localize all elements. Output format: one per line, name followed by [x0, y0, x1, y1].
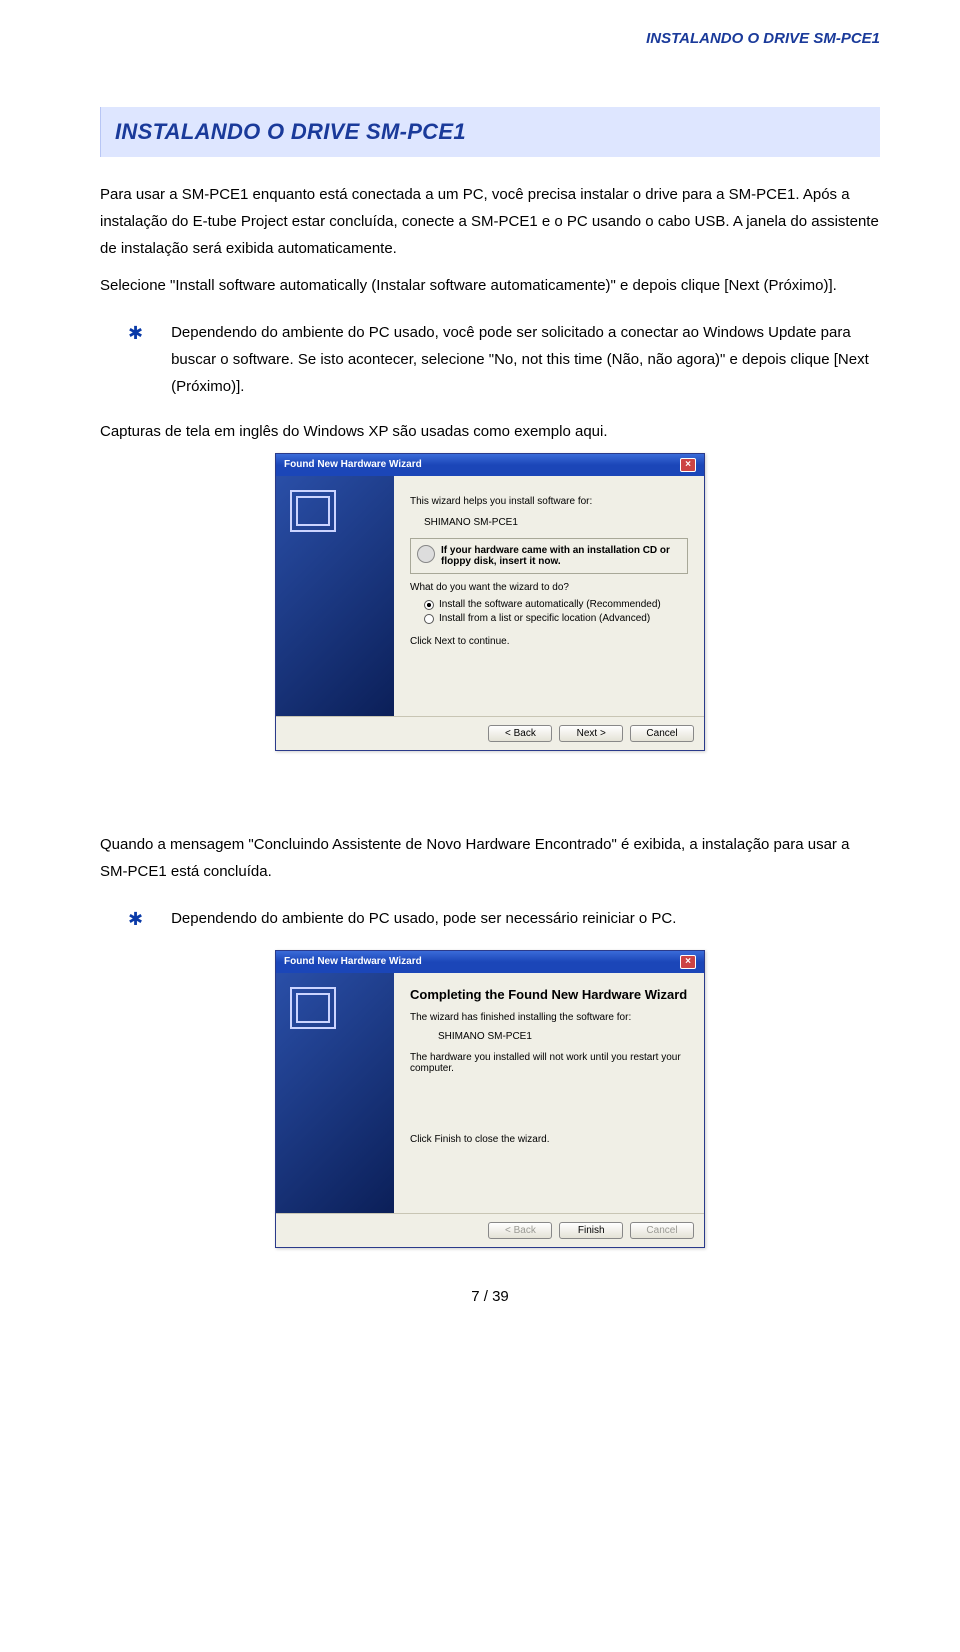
- wizard-title: Found New Hardware Wizard: [284, 951, 422, 973]
- cancel-button: Cancel: [630, 1222, 694, 1239]
- intro-text: Para usar a SM-PCE1 enquanto está conect…: [100, 186, 879, 257]
- wizard-continue-hint: Click Next to continue.: [410, 636, 688, 647]
- close-icon[interactable]: ×: [680, 955, 696, 969]
- wizard-sidebar: [276, 973, 394, 1213]
- caption-1: Capturas de tela em inglês do Windows XP…: [100, 418, 880, 445]
- hardware-icon: [290, 987, 336, 1029]
- intro-paragraph: Para usar a SM-PCE1 enquanto está conect…: [100, 181, 880, 262]
- wizard-device-name: SHIMANO SM-PCE1: [438, 1031, 688, 1042]
- wizard-content: Completing the Found New Hardware Wizard…: [394, 973, 704, 1213]
- figure-1: Found New Hardware Wizard × This wizard …: [100, 453, 880, 751]
- running-header: INSTALANDO O DRIVE SM-PCE1: [100, 30, 880, 47]
- wizard-content: This wizard helps you install software f…: [394, 476, 704, 716]
- hardware-icon: [290, 490, 336, 532]
- document-page: INSTALANDO O DRIVE SM-PCE1 INSTALANDO O …: [0, 0, 960, 1345]
- cd-hint-text: If your hardware came with an installati…: [441, 545, 670, 567]
- wizard-question: What do you want the wizard to do?: [410, 582, 688, 593]
- section-title-text: INSTALANDO O DRIVE SM-PCE1: [115, 119, 466, 144]
- radio-auto-label: Install the software automatically (Reco…: [439, 599, 661, 610]
- note-1: ✱ Dependendo do ambiente do PC usado, vo…: [128, 319, 880, 400]
- back-button[interactable]: < Back: [488, 725, 552, 742]
- wizard-heading: Completing the Found New Hardware Wizard: [410, 987, 688, 1002]
- intro-tail: Selecione "Install software automaticall…: [100, 272, 880, 299]
- note-1-text: Dependendo do ambiente do PC usado, você…: [171, 319, 880, 400]
- page-number: 7 / 39: [100, 1288, 880, 1305]
- wizard-dialog-2: Found New Hardware Wizard × Completing t…: [275, 950, 705, 1248]
- wizard-titlebar: Found New Hardware Wizard ×: [276, 951, 704, 973]
- next-button[interactable]: Next >: [559, 725, 623, 742]
- wizard-title: Found New Hardware Wizard: [284, 454, 422, 476]
- wizard-titlebar: Found New Hardware Wizard ×: [276, 454, 704, 476]
- wizard-close-hint: Click Finish to close the wizard.: [410, 1134, 688, 1145]
- radio-list-label: Install from a list or specific location…: [439, 613, 650, 624]
- radio-dot-icon: [424, 600, 434, 610]
- asterisk-icon: ✱: [128, 905, 143, 934]
- radio-install-list[interactable]: Install from a list or specific location…: [424, 613, 688, 624]
- finish-button[interactable]: Finish: [559, 1222, 623, 1239]
- asterisk-icon: ✱: [128, 319, 143, 400]
- wizard-footer: < Back Finish Cancel: [276, 1213, 704, 1247]
- wizard-footer: < Back Next > Cancel: [276, 716, 704, 750]
- wizard-sidebar: [276, 476, 394, 716]
- wizard-restart-warning: The hardware you installed will not work…: [410, 1052, 688, 1074]
- radio-install-auto[interactable]: Install the software automatically (Reco…: [424, 599, 688, 610]
- figure-2: Found New Hardware Wizard × Completing t…: [100, 950, 880, 1248]
- wizard-help-line: This wizard helps you install software f…: [410, 496, 688, 507]
- section-title-box: INSTALANDO O DRIVE SM-PCE1: [100, 107, 880, 157]
- wizard-dialog-1: Found New Hardware Wizard × This wizard …: [275, 453, 705, 751]
- wizard-device-name: SHIMANO SM-PCE1: [424, 517, 688, 528]
- conclusion-paragraph: Quando a mensagem "Concluindo Assistente…: [100, 831, 880, 885]
- radio-dot-icon: [424, 614, 434, 624]
- back-button: < Back: [488, 1222, 552, 1239]
- note-2: ✱ Dependendo do ambiente do PC usado, po…: [128, 905, 880, 934]
- close-icon[interactable]: ×: [680, 458, 696, 472]
- cancel-button[interactable]: Cancel: [630, 725, 694, 742]
- wizard-finished-line: The wizard has finished installing the s…: [410, 1012, 688, 1023]
- cd-hint-box: If your hardware came with an installati…: [410, 538, 688, 574]
- note-2-text: Dependendo do ambiente do PC usado, pode…: [171, 905, 676, 934]
